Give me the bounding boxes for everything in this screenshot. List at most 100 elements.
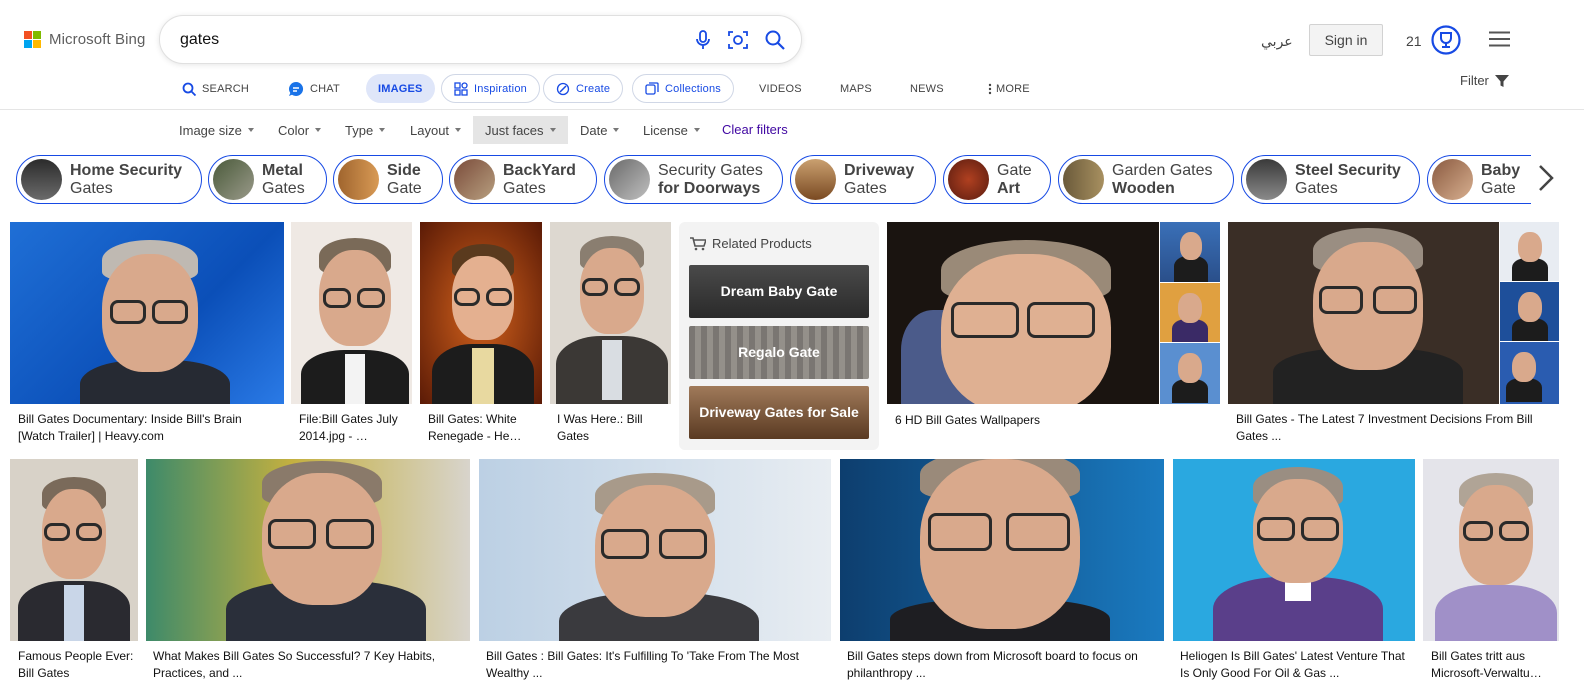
nav-inspiration[interactable]: Inspiration	[441, 74, 540, 103]
search-box[interactable]: gates	[159, 15, 802, 64]
result-caption[interactable]: Heliogen Is Bill Gates' Latest Venture T…	[1180, 648, 1412, 682]
portrait-image	[901, 240, 1141, 404]
result-caption[interactable]: Bill Gates steps down from Microsoft boa…	[847, 648, 1157, 682]
result-caption[interactable]: 6 HD Bill Gates Wallpapers	[895, 412, 1195, 429]
microphone-icon[interactable]	[692, 29, 714, 51]
chip-thumbnail	[454, 159, 495, 200]
result-caption[interactable]: Famous People Ever: Bill Gates	[18, 648, 136, 682]
filter-layout-label: Layout	[410, 122, 450, 138]
inspiration-icon	[454, 81, 468, 96]
result-caption[interactable]: Bill Gates - The Latest 7 Investment Dec…	[1236, 411, 1536, 445]
result-image[interactable]	[146, 459, 470, 641]
result-thumbnail[interactable]	[1500, 222, 1559, 281]
filter-button[interactable]: Filter	[1460, 73, 1509, 88]
filter-just-faces[interactable]: Just faces	[473, 116, 568, 144]
result-image[interactable]	[420, 222, 542, 404]
result-caption[interactable]: Bill Gates : Bill Gates: It's Fulfilling…	[486, 648, 816, 682]
rewards-trophy-icon[interactable]	[1431, 25, 1461, 55]
result-caption[interactable]: Bill Gates Documentary: Inside Bill's Br…	[18, 411, 268, 445]
portrait-image	[1213, 467, 1383, 641]
nav-create[interactable]: Create	[543, 74, 624, 103]
nav-news-label: NEWS	[910, 82, 944, 95]
chip-thumbnail	[21, 159, 62, 200]
chip-label-a: BackYard	[503, 161, 576, 179]
result-caption[interactable]: I Was Here.: Bill Gates	[557, 411, 667, 445]
result-image[interactable]	[1173, 459, 1415, 641]
filter-date[interactable]: Date	[580, 116, 620, 144]
product-driveway-gates[interactable]: Driveway Gates for Sale	[689, 386, 869, 439]
result-caption[interactable]: Bill Gates: White Renegade - He…	[428, 411, 538, 445]
result-thumbnail[interactable]	[1160, 343, 1220, 404]
result-thumbnail[interactable]	[1160, 222, 1220, 282]
chip-label-b: Gates	[503, 179, 546, 197]
result-image[interactable]	[550, 222, 671, 404]
filter-image-size[interactable]: Image size	[179, 116, 254, 144]
caret-down-icon	[379, 128, 386, 132]
portrait-image	[1506, 348, 1542, 402]
result-image[interactable]	[840, 459, 1164, 641]
product-regalo-gate[interactable]: Regalo Gate	[689, 326, 869, 379]
chip-garden-gates-wooden[interactable]: Garden Gates Wooden	[1058, 155, 1234, 204]
nav-news[interactable]: NEWS	[910, 74, 944, 103]
product-dream-baby-gate[interactable]: Dream Baby Gate	[689, 265, 869, 318]
result-thumbnail[interactable]	[1500, 342, 1559, 404]
chip-security-gates-doorways[interactable]: Security Gates for Doorways	[604, 155, 783, 204]
portrait-image	[559, 473, 759, 641]
result-image[interactable]	[10, 459, 138, 641]
nav-images[interactable]: IMAGES	[366, 74, 435, 103]
chip-label-b: Gates	[1295, 179, 1338, 197]
result-caption[interactable]: Bill Gates tritt aus Microsoft-Verwaltu…	[1431, 648, 1556, 682]
chip-side-gate[interactable]: Side Gate	[333, 155, 443, 204]
chip-thumbnail	[1246, 159, 1287, 200]
chip-label-a: Home Security	[70, 161, 183, 179]
chip-steel-security-gates[interactable]: Steel Security Gates	[1241, 155, 1420, 204]
visual-search-icon[interactable]	[727, 29, 749, 51]
nav-maps[interactable]: MAPS	[840, 74, 872, 103]
signin-button[interactable]: Sign in	[1309, 24, 1383, 56]
result-caption[interactable]: File:Bill Gates July 2014.jpg - …	[299, 411, 409, 445]
header-divider	[0, 109, 1584, 110]
language-link[interactable]: عربي	[1261, 33, 1293, 50]
bing-logo[interactable]: Microsoft Bing	[24, 31, 145, 48]
rewards-count[interactable]: 21	[1406, 33, 1422, 49]
result-image[interactable]	[10, 222, 284, 404]
chip-thumbnail	[948, 159, 989, 200]
nav-videos-label: VIDEOS	[759, 82, 802, 95]
chip-backyard-gates[interactable]: BackYard Gates	[449, 155, 597, 204]
result-thumbnail[interactable]	[1160, 283, 1220, 342]
nav-chat-label: CHAT	[310, 82, 340, 95]
chip-label-a: Metal	[262, 161, 303, 179]
filter-layout[interactable]: Layout	[410, 116, 462, 144]
chip-label-b: Gate	[1481, 179, 1516, 197]
nav-chat[interactable]: CHAT	[288, 74, 340, 103]
clear-filters-link[interactable]: Clear filters	[722, 122, 788, 137]
result-image[interactable]	[1423, 459, 1559, 641]
filter-color[interactable]: Color	[278, 116, 322, 144]
result-image[interactable]	[1228, 222, 1499, 404]
hamburger-menu-icon[interactable]	[1489, 31, 1510, 47]
microsoft-logo-icon	[24, 31, 41, 48]
filter-license-label: License	[643, 122, 688, 138]
filter-type[interactable]: Type	[345, 116, 386, 144]
nav-more[interactable]: MORE	[986, 74, 1030, 103]
search-icon[interactable]	[764, 29, 786, 51]
nav-search-label: SEARCH	[202, 82, 250, 95]
chip-label-b: Gate	[387, 179, 422, 197]
chevron-right-icon[interactable]	[1534, 163, 1558, 193]
result-image[interactable]	[291, 222, 412, 404]
filter-license[interactable]: License	[643, 116, 700, 144]
chip-baby-gate[interactable]: Baby Gate	[1427, 155, 1531, 204]
nav-search[interactable]: SEARCH	[182, 74, 249, 103]
nav-videos[interactable]: VIDEOS	[759, 74, 802, 103]
result-image[interactable]	[887, 222, 1159, 404]
search-input[interactable]: gates	[180, 31, 219, 49]
chip-driveway-gates[interactable]: Driveway Gates	[790, 155, 936, 204]
chip-home-security-gates[interactable]: Home Security Gates	[16, 155, 202, 204]
nav-collections[interactable]: Collections	[632, 74, 735, 103]
result-thumbnail[interactable]	[1500, 282, 1559, 341]
chip-metal-gates[interactable]: Metal Gates	[208, 155, 327, 204]
chip-label-a: Steel Security	[1295, 161, 1401, 179]
result-caption[interactable]: What Makes Bill Gates So Successful? 7 K…	[153, 648, 463, 682]
result-image[interactable]	[479, 459, 831, 641]
chip-gate-art[interactable]: Gate Art	[943, 155, 1051, 204]
